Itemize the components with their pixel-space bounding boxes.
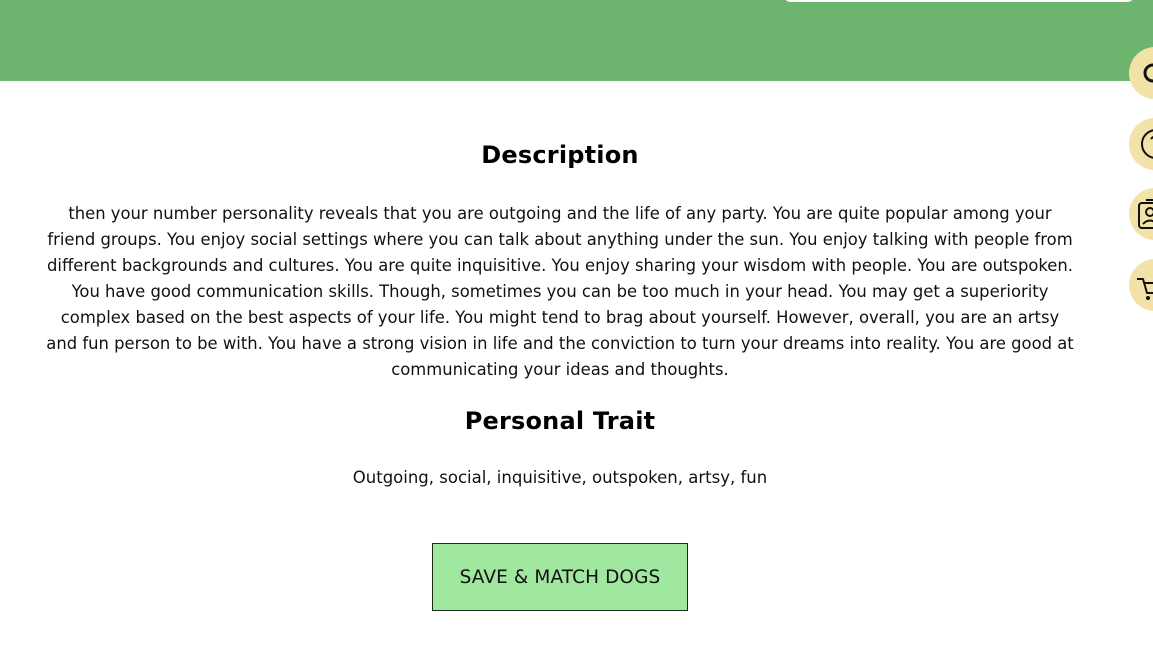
side-profile-button[interactable] xyxy=(1129,188,1153,240)
id-card-icon xyxy=(1138,199,1153,229)
floating-side-rail xyxy=(1129,45,1153,325)
side-help-button[interactable] xyxy=(1129,118,1153,170)
personal-trait-text: Outgoing, social, inquisitive, outspoken… xyxy=(352,468,768,487)
cart-icon xyxy=(1137,278,1153,300)
side-cart-button[interactable] xyxy=(1129,259,1153,311)
header-bar xyxy=(0,0,1153,81)
description-text: then your number personality reveals tha… xyxy=(46,204,1074,379)
description-heading: Description xyxy=(481,141,639,169)
search-icon xyxy=(1143,63,1153,83)
side-search-button[interactable] xyxy=(1129,47,1153,99)
header-search-input[interactable] xyxy=(783,0,1135,2)
save-match-dogs-button[interactable]: SAVE & MATCH DOGS xyxy=(432,543,688,611)
help-icon xyxy=(1141,129,1153,159)
personal-trait-heading: Personal Trait xyxy=(464,407,656,435)
